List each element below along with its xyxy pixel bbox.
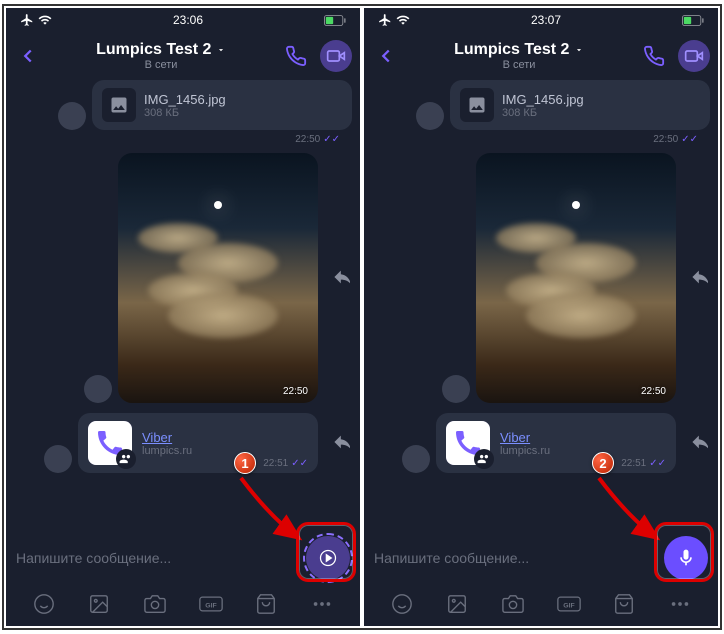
gallery-icon[interactable] <box>444 591 470 617</box>
link-timestamp: 22:51 ✓✓ <box>263 458 308 469</box>
message-input[interactable]: Напишите сообщение... <box>374 550 664 566</box>
video-call-button[interactable] <box>678 40 710 72</box>
status-bar: 23:07 <box>364 8 718 32</box>
shop-icon[interactable] <box>611 591 637 617</box>
avatar <box>402 445 430 473</box>
avatar <box>58 102 86 130</box>
link-url: lumpics.ru <box>500 445 666 457</box>
file-name: IMG_1456.jpg <box>502 92 700 107</box>
img-timestamp: 22:50 <box>283 386 308 397</box>
wifi-icon <box>38 13 52 27</box>
more-icon[interactable] <box>309 591 335 617</box>
msg-timestamp: 22:50 ✓✓ <box>372 134 710 145</box>
bottom-toolbar: GIF <box>6 582 360 626</box>
status-time: 23:07 <box>531 13 561 27</box>
avatar <box>442 375 470 403</box>
file-icon <box>460 88 494 122</box>
link-thumbnail <box>446 421 490 465</box>
sticker-icon[interactable] <box>31 591 57 617</box>
link-timestamp: 22:51 ✓✓ <box>621 458 666 469</box>
video-message-button[interactable] <box>306 536 350 580</box>
forward-icon[interactable] <box>686 266 710 290</box>
forward-icon[interactable] <box>686 431 710 455</box>
voice-call-button[interactable] <box>280 40 312 72</box>
image-message[interactable]: 22:50 <box>372 153 710 403</box>
camera-icon[interactable] <box>142 591 168 617</box>
link-message[interactable]: Viber lumpics.ru 22:51 ✓✓ <box>14 413 352 473</box>
file-message[interactable]: IMG_1456.jpg 308 КБ <box>372 80 710 130</box>
message-input[interactable]: Напишите сообщение... <box>16 550 306 566</box>
airplane-icon <box>378 13 392 27</box>
nav-bar: Lumpics Test 2 В сети <box>6 32 360 80</box>
microphone-icon <box>676 548 696 568</box>
file-name: IMG_1456.jpg <box>144 92 342 107</box>
battery-icon <box>682 15 704 26</box>
status-time: 23:06 <box>173 13 203 27</box>
group-badge-icon <box>474 449 494 469</box>
sticker-icon[interactable] <box>389 591 415 617</box>
chat-status: В сети <box>408 59 630 71</box>
input-area: Напишите сообщение... <box>364 534 718 582</box>
forward-icon[interactable] <box>328 431 352 455</box>
more-icon[interactable] <box>667 591 693 617</box>
nav-bar: Lumpics Test 2 В сети <box>364 32 718 80</box>
chat-title[interactable]: Lumpics Test 2 <box>50 41 272 59</box>
file-size: 308 КБ <box>502 107 700 119</box>
video-call-button[interactable] <box>320 40 352 72</box>
img-timestamp: 22:50 <box>641 386 666 397</box>
back-button[interactable] <box>372 42 400 70</box>
gif-icon[interactable]: GIF <box>198 591 224 617</box>
link-url: lumpics.ru <box>142 445 308 457</box>
avatar <box>84 375 112 403</box>
file-icon <box>102 88 136 122</box>
shop-icon[interactable] <box>253 591 279 617</box>
phone-left: 23:06 Lumpics Test 2 В сети <box>6 8 360 626</box>
link-title: Viber <box>142 430 308 445</box>
svg-text:GIF: GIF <box>205 602 216 609</box>
bottom-toolbar: GIF <box>364 582 718 626</box>
input-area: Напишите сообщение... <box>6 534 360 582</box>
gallery-icon[interactable] <box>86 591 112 617</box>
camera-icon[interactable] <box>500 591 526 617</box>
link-thumbnail <box>88 421 132 465</box>
wifi-icon <box>396 13 410 27</box>
link-title: Viber <box>500 430 666 445</box>
file-message[interactable]: IMG_1456.jpg 308 КБ <box>14 80 352 130</box>
back-button[interactable] <box>14 42 42 70</box>
avatar <box>416 102 444 130</box>
voice-message-button[interactable] <box>664 536 708 580</box>
image-message[interactable]: 22:50 <box>14 153 352 403</box>
svg-text:GIF: GIF <box>563 602 574 609</box>
avatar <box>44 445 72 473</box>
forward-icon[interactable] <box>328 266 352 290</box>
msg-timestamp: 22:50 ✓✓ <box>14 134 352 145</box>
phone-right: 23:07 Lumpics Test 2 В сети <box>364 8 718 626</box>
status-bar: 23:06 <box>6 8 360 32</box>
file-size: 308 КБ <box>144 107 342 119</box>
chat-status: В сети <box>50 59 272 71</box>
group-badge-icon <box>116 449 136 469</box>
voice-call-button[interactable] <box>638 40 670 72</box>
battery-icon <box>324 15 346 26</box>
chat-title[interactable]: Lumpics Test 2 <box>408 41 630 59</box>
gif-icon[interactable]: GIF <box>556 591 582 617</box>
link-message[interactable]: Viber lumpics.ru 22:51 ✓✓ <box>372 413 710 473</box>
airplane-icon <box>20 13 34 27</box>
